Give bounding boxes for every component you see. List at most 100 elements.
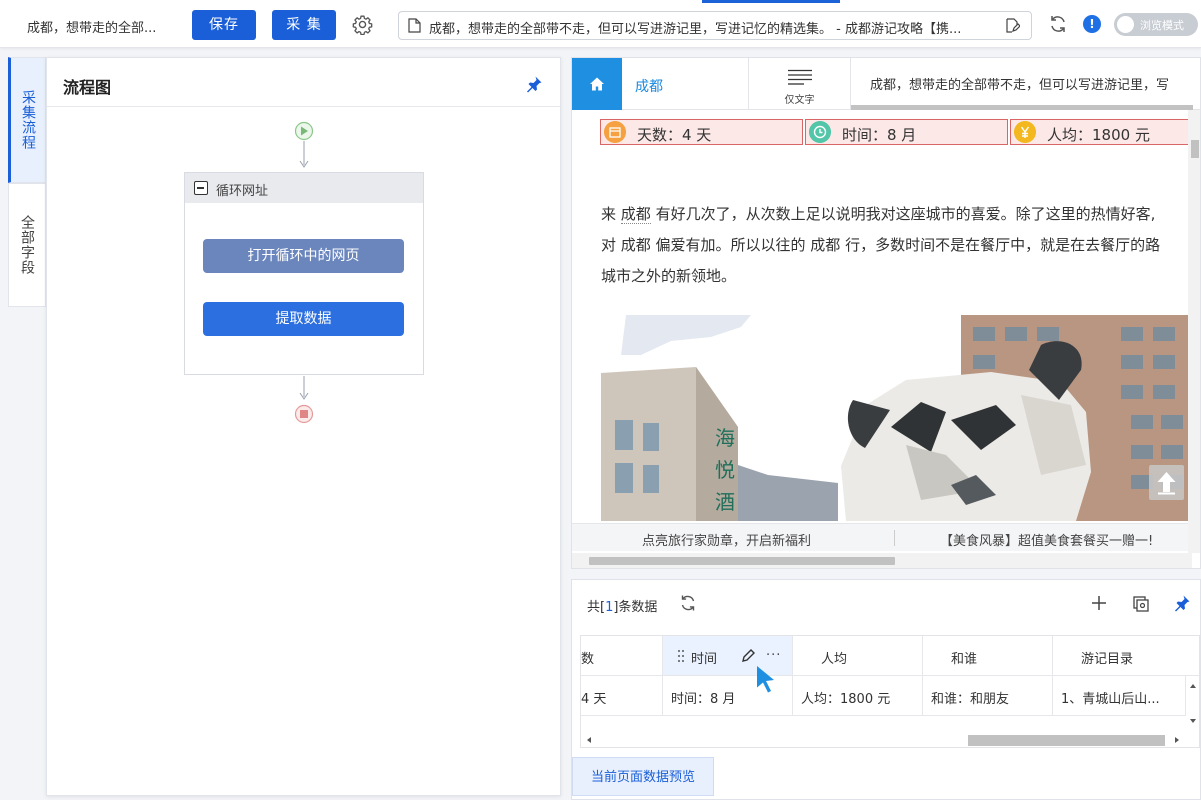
cell-text: 1、青城山后山... xyxy=(1061,692,1160,707)
scroll-thumb[interactable] xyxy=(968,735,1165,746)
paragraph-line-3: 城市之外的新领地。 xyxy=(601,267,737,285)
article-paragraph: 来 成都 有好几次了，从次数上足以说明我对这座城市的喜爱。除了这里的热情好客, … xyxy=(601,199,1200,292)
paragraph-line-1: 来 成都 有好几次了，从次数上足以说明我对这座城市的喜爱。除了这里的热情好客, xyxy=(601,199,1200,230)
promo-left[interactable]: 点亮旅行家勋章，开启新福利 xyxy=(642,530,811,549)
horizontal-scrollbar[interactable] xyxy=(572,553,1192,568)
column-header-label: 和谁 xyxy=(951,652,978,667)
active-indicator xyxy=(702,0,840,3)
tab-current-page-preview[interactable]: 当前页面数据预览 xyxy=(572,757,714,796)
pin-icon[interactable] xyxy=(1173,594,1191,612)
scroll-right-icon[interactable] xyxy=(1173,736,1181,744)
arrow-up-icon xyxy=(1157,472,1176,495)
toggle-knob xyxy=(1117,16,1134,33)
column-header-label: 数 xyxy=(581,652,595,667)
back-to-top-button[interactable] xyxy=(1149,465,1184,500)
promo-separator xyxy=(894,530,895,546)
url-text: 成都，想带走的全部带不走，但可以写进游记里，写进记忆的精选集。 - 成都游记攻略… xyxy=(429,22,962,37)
city-link[interactable]: 成都 xyxy=(620,205,651,224)
table-cell[interactable]: 和谁：和朋友 xyxy=(923,676,1053,716)
flow-panel: 流程图 循环网址 打开循环中的网页 提取数据 xyxy=(46,57,561,796)
line1-rest: 有好几次了，从次数上足以说明我对这座城市的喜爱。除了这里的热情好客, xyxy=(650,205,1156,223)
scroll-down-icon[interactable] xyxy=(1189,717,1197,725)
save-button[interactable]: 保存 xyxy=(192,10,256,40)
drag-handle-icon[interactable] xyxy=(677,649,685,663)
column-header[interactable]: 和谁 xyxy=(923,636,1053,676)
loop-header[interactable]: 循环网址 xyxy=(185,173,423,203)
table-cell[interactable]: 1、青城山后山... xyxy=(1053,676,1186,716)
column-header[interactable]: 人均 xyxy=(793,636,923,676)
collect-button[interactable]: 采 集 xyxy=(272,10,336,40)
refresh-icon[interactable] xyxy=(1048,14,1068,34)
home-icon xyxy=(590,77,604,91)
side-tabs: 采集流程 全部字段 xyxy=(8,57,46,307)
count-suffix: ]条数据 xyxy=(613,600,658,615)
cell-text: 时间：8 月 xyxy=(671,692,736,707)
cell-text: 人均：1800 元 xyxy=(801,692,891,707)
record-count: 共[1]条数据 xyxy=(587,596,657,615)
time-badge: 时间：8 月 xyxy=(805,119,1008,145)
yen-icon xyxy=(1014,121,1036,143)
extract-data-node[interactable]: 提取数据 xyxy=(203,302,404,336)
text-lines-icon xyxy=(788,69,812,85)
tab-article-label: 成都，想带走的全部带不走，但可以写进游记里，写 xyxy=(870,78,1170,93)
vertical-scrollbar[interactable] xyxy=(1188,110,1200,553)
gear-icon[interactable] xyxy=(352,14,373,35)
promo-bar: 点亮旅行家勋章，开启新福利 【美食风暴】超值美食套餐买一赠一! xyxy=(572,523,1192,551)
svg-text:酒: 酒 xyxy=(715,491,735,514)
column-header[interactable]: 数 xyxy=(581,636,663,676)
table-vertical-scrollbar[interactable] xyxy=(1186,676,1199,732)
tab-text-only-label: 仅文字 xyxy=(784,95,815,106)
plus-icon[interactable] xyxy=(1090,594,1108,612)
browser-preview: 成都 仅文字 成都，想带走的全部带不走，但可以写进游记里，写 天数：4 天 时间… xyxy=(571,57,1201,569)
tab-underline xyxy=(851,105,1193,110)
site-nav: 成都 仅文字 成都，想带走的全部带不走，但可以写进游记里，写 xyxy=(572,58,1200,110)
more-icon[interactable]: ··· xyxy=(766,648,781,663)
time-text: 时间：8 月 xyxy=(842,126,917,144)
svg-text:悦: 悦 xyxy=(715,459,735,482)
cell-text: 4 天 xyxy=(581,692,607,707)
table-cell[interactable]: 4 天 xyxy=(581,676,663,716)
column-header-label: 时间 xyxy=(691,652,718,667)
info-icon[interactable]: ! xyxy=(1083,15,1101,33)
browse-mode-toggle[interactable]: 浏览模式 xyxy=(1114,13,1198,36)
svg-text:海: 海 xyxy=(715,427,735,450)
promo-right[interactable]: 【美食风暴】超值美食套餐买一赠一! xyxy=(940,530,1153,549)
home-button[interactable] xyxy=(572,58,622,110)
article-photo: 海 悦 酒 xyxy=(601,315,1200,521)
open-page-node[interactable]: 打开循环中的网页 xyxy=(203,239,404,273)
line1-prefix: 来 xyxy=(601,205,621,223)
column-header-label: 人均 xyxy=(821,652,848,667)
table-horizontal-scrollbar[interactable] xyxy=(581,732,1186,747)
collapse-icon[interactable] xyxy=(194,181,208,195)
tab-article[interactable]: 成都，想带走的全部带不走，但可以写进游记里，写 xyxy=(851,58,1200,110)
tab-collect-flow[interactable]: 采集流程 xyxy=(8,57,46,183)
task-name[interactable]: 成都，想带走的全部... xyxy=(27,17,156,36)
days-badge: 天数：4 天 xyxy=(600,119,803,145)
browse-mode-label: 浏览模式 xyxy=(1140,19,1184,32)
pencil-icon[interactable] xyxy=(741,648,755,663)
calendar-icon xyxy=(604,121,626,143)
table-cell[interactable]: 人均：1800 元 xyxy=(793,676,923,716)
days-text: 天数：4 天 xyxy=(637,126,712,144)
cost-badge: 人均：1800 元 xyxy=(1010,119,1200,145)
stop-icon xyxy=(300,410,308,418)
edit-document-icon[interactable] xyxy=(1005,18,1020,33)
clock-icon xyxy=(809,121,831,143)
scroll-thumb[interactable] xyxy=(1191,140,1199,158)
scroll-left-icon[interactable] xyxy=(585,736,593,744)
tab-text-only[interactable]: 仅文字 xyxy=(748,58,851,110)
paragraph-line-2: 对 成都 偏爱有加。所以以往的 成都 行，多数时间不是在餐厅中，就是在去餐厅的路 xyxy=(601,236,1161,254)
data-table: 数 时间 ··· 人均 和谁 游记目录 4 天 时间：8 月 人均：1800 元… xyxy=(580,635,1200,748)
loop-container[interactable]: 循环网址 打开循环中的网页 提取数据 xyxy=(184,172,424,375)
tab-all-fields[interactable]: 全部字段 xyxy=(8,183,46,307)
url-bar[interactable]: 成都，想带走的全部带不走，但可以写进游记里，写进记忆的精选集。 - 成都游记攻略… xyxy=(398,11,1032,40)
document-icon xyxy=(408,18,421,33)
field-settings-icon[interactable] xyxy=(1132,595,1150,613)
tab-city[interactable]: 成都 xyxy=(622,58,748,110)
scroll-up-icon[interactable] xyxy=(1189,682,1197,690)
column-header[interactable]: 游记目录 xyxy=(1053,636,1199,676)
scroll-thumb[interactable] xyxy=(589,557,895,565)
data-preview-panel: 共[1]条数据 数 时间 ··· 人均 和谁 游记目录 4 天 时间：8 月 人… xyxy=(571,579,1201,800)
column-header-label: 游记目录 xyxy=(1081,652,1134,667)
refresh-icon[interactable] xyxy=(679,594,697,612)
